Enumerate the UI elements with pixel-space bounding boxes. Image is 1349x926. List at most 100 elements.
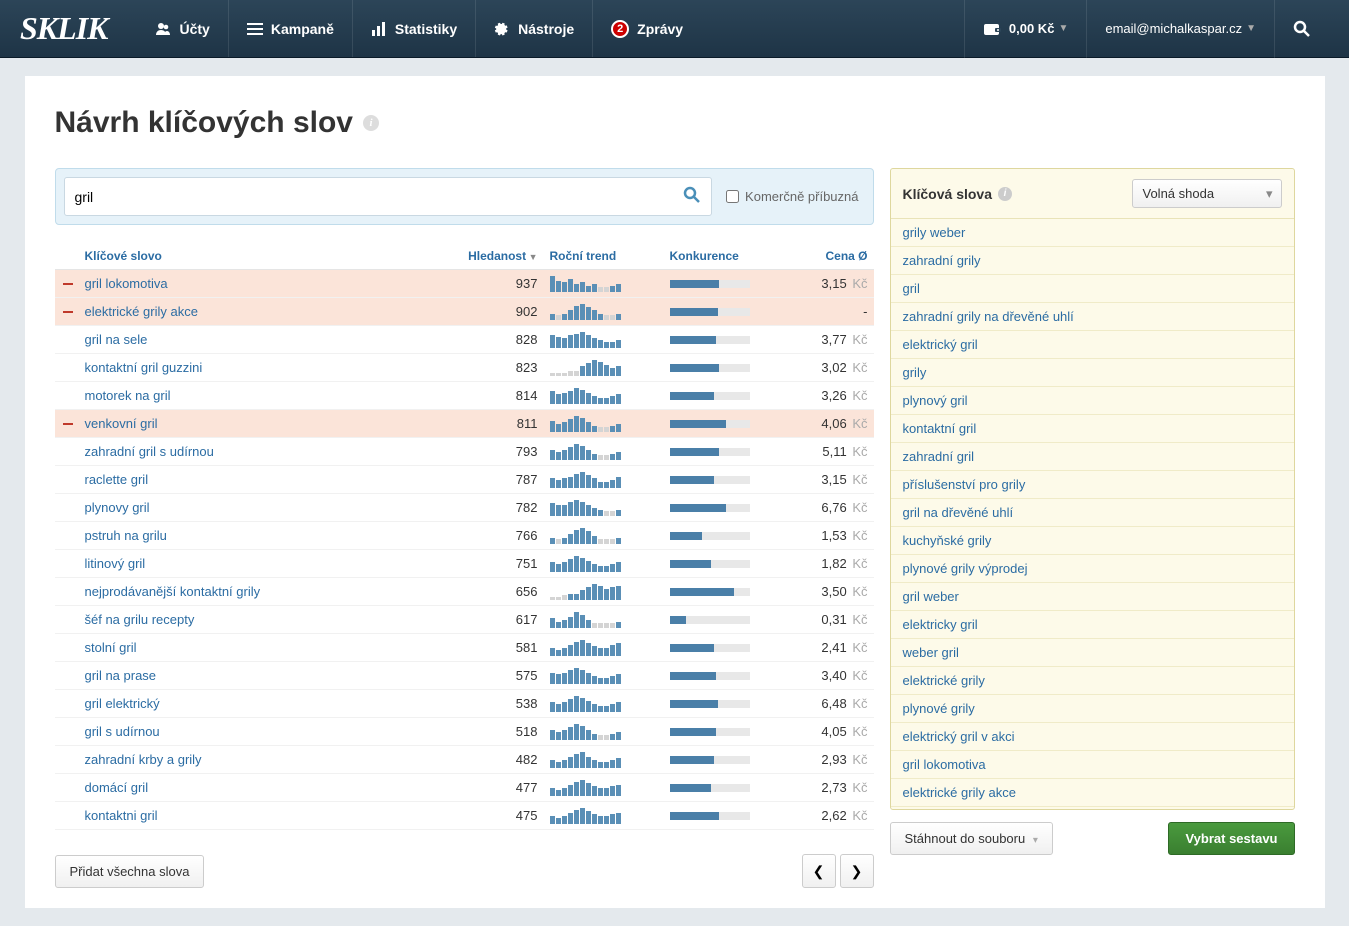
keyword-cell[interactable]: kontaktni gril [79,808,434,823]
keyword-list-item[interactable]: grily weber [891,219,1294,247]
keyword-search-input[interactable] [75,189,684,205]
keyword-cell[interactable]: gril s udírnou [79,724,434,739]
add-button[interactable] [61,585,75,599]
keyword-list-item[interactable]: elektrický gril v akci [891,723,1294,751]
add-button[interactable] [61,697,75,711]
col-cena[interactable]: Cena Ø [784,249,874,263]
keyword-cell[interactable]: domácí gril [79,780,434,795]
keyword-cell[interactable]: venkovní gril [79,416,434,431]
add-button[interactable] [61,753,75,767]
keyword-list-item[interactable]: kuchyňské grily [891,527,1294,555]
add-all-button[interactable]: Přidat všechna slova [55,855,205,888]
keyword-list-item[interactable]: venkovní gril [891,807,1294,809]
keyword-list-item[interactable]: kontaktní gril [891,415,1294,443]
competition-bar [670,364,750,372]
keyword-cell[interactable]: nejprodávanější kontaktní grily [79,584,434,599]
keywords-panel: Klíčová slova i Volná shoda grily weberz… [890,168,1295,810]
user-email: email@michalkaspar.cz [1105,21,1242,36]
keyword-list-item[interactable]: gril na dřevěné uhlí [891,499,1294,527]
keyword-list-item[interactable]: elektricky gril [891,611,1294,639]
commercial-checkbox[interactable] [726,190,739,203]
trend-cell [544,304,664,320]
nav-zpravy[interactable]: 2 Zprávy [593,0,701,57]
keyword-cell[interactable]: pstruh na grilu [79,528,434,543]
keyword-cell[interactable]: stolní gril [79,640,434,655]
keyword-cell[interactable]: plynovy gril [79,500,434,515]
add-button[interactable] [61,445,75,459]
add-button[interactable] [61,361,75,375]
remove-button[interactable] [61,277,75,291]
keyword-list-item[interactable]: zahradní grily na dřevěné uhlí [891,303,1294,331]
remove-button[interactable] [61,305,75,319]
keyword-cell[interactable]: šéf na grilu recepty [79,612,434,627]
keyword-list-item[interactable]: elektrický gril [891,331,1294,359]
col-konkurence[interactable]: Konkurence [664,249,784,263]
add-button[interactable] [61,389,75,403]
add-button[interactable] [61,501,75,515]
nav-kampane[interactable]: Kampaně [229,0,353,57]
wallet[interactable]: 0,00 Kč ▼ [964,0,1086,58]
keyword-cell[interactable]: zahradní krby a grily [79,752,434,767]
commercial-checkbox-label[interactable]: Komerčně příbuzná [726,189,858,204]
keyword-cell[interactable]: zahradní gril s udírnou [79,444,434,459]
col-hledanost[interactable]: Hledanost [434,249,544,263]
keyword-cell[interactable]: elektrické grily akce [79,304,434,319]
add-button[interactable] [61,613,75,627]
choose-set-button[interactable]: Vybrat sestavu [1168,822,1294,855]
keyword-cell[interactable]: gril na sele [79,332,434,347]
search-button[interactable] [683,186,701,207]
keyword-cell[interactable]: litinový gril [79,556,434,571]
keywords-list[interactable]: grily weberzahradní grilygrilzahradní gr… [891,219,1294,809]
trend-cell [544,808,664,824]
keyword-list-item[interactable]: elektrické grily [891,667,1294,695]
keyword-list-item[interactable]: plynové grily výprodej [891,555,1294,583]
price-cell: 1,82 Kč [784,556,874,571]
keyword-list-item[interactable]: gril lokomotiva [891,751,1294,779]
price-cell: 3,15 Kč [784,276,874,291]
keyword-list-item[interactable]: zahradní gril [891,443,1294,471]
add-button[interactable] [61,781,75,795]
keyword-list-item[interactable]: zahradní grily [891,247,1294,275]
trend-cell [544,332,664,348]
add-button[interactable] [61,809,75,823]
keyword-list-item[interactable]: gril [891,275,1294,303]
nav-statistiky[interactable]: Statistiky [353,0,476,57]
nav-nastroje[interactable]: Nástroje [476,0,593,57]
keyword-list-item[interactable]: grily [891,359,1294,387]
add-button[interactable] [61,669,75,683]
hledanost-cell: 828 [434,332,544,347]
topbar-search[interactable] [1274,0,1329,58]
nav-ucty[interactable]: Účty [137,0,228,57]
keyword-cell[interactable]: gril lokomotiva [79,276,434,291]
col-kw[interactable]: Klíčové slovo [79,249,434,263]
keyword-cell[interactable]: kontaktní gril guzzini [79,360,434,375]
add-button[interactable] [61,529,75,543]
competition-bar [670,672,750,680]
keyword-cell[interactable]: raclette gril [79,472,434,487]
add-button[interactable] [61,641,75,655]
remove-button[interactable] [61,417,75,431]
price-cell: 3,02 Kč [784,360,874,375]
info-icon[interactable]: i [363,115,379,131]
pager-next[interactable]: ❯ [840,854,874,888]
keyword-cell[interactable]: gril elektrický [79,696,434,711]
add-button[interactable] [61,557,75,571]
match-type-dropdown[interactable]: Volná shoda [1132,179,1282,208]
add-button[interactable] [61,725,75,739]
add-button[interactable] [61,333,75,347]
col-trend[interactable]: Roční trend [544,249,664,263]
keyword-list-item[interactable]: příslušenství pro grily [891,471,1294,499]
info-icon[interactable]: i [998,187,1012,201]
keyword-cell[interactable]: motorek na gril [79,388,434,403]
trend-cell [544,780,664,796]
add-button[interactable] [61,473,75,487]
download-button[interactable]: Stáhnout do souboru ▾ [890,822,1053,855]
keyword-list-item[interactable]: plynový gril [891,387,1294,415]
user-menu[interactable]: email@michalkaspar.cz ▼ [1086,0,1274,58]
keyword-list-item[interactable]: weber gril [891,639,1294,667]
keyword-list-item[interactable]: plynové grily [891,695,1294,723]
keyword-list-item[interactable]: gril weber [891,583,1294,611]
keyword-cell[interactable]: gril na prase [79,668,434,683]
pager-prev[interactable]: ❮ [802,854,836,888]
keyword-list-item[interactable]: elektrické grily akce [891,779,1294,807]
